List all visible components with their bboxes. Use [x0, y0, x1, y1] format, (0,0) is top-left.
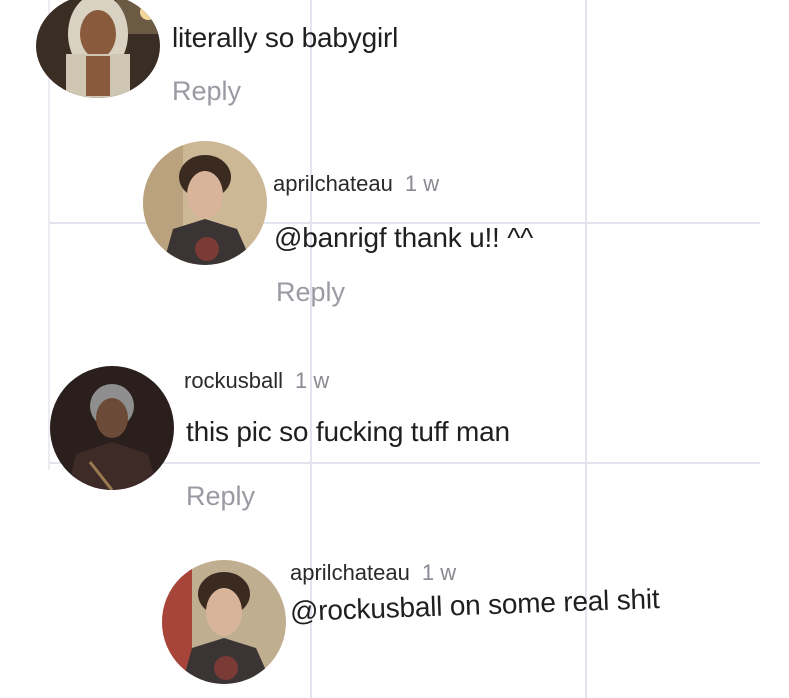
avatar-image	[162, 560, 286, 684]
timestamp: 1 w	[421, 560, 457, 585]
comment-thread: literally so babygirl Reply aprilchateau…	[0, 0, 789, 698]
comment-4: aprilchateau 1 w @rockusball on some real…	[0, 0, 789, 698]
avatar[interactable]	[162, 560, 286, 684]
username[interactable]: aprilchateau	[290, 560, 410, 585]
comment-text: @rockusball on some real shit	[289, 583, 660, 627]
comment-meta: aprilchateau 1 w	[290, 560, 456, 586]
